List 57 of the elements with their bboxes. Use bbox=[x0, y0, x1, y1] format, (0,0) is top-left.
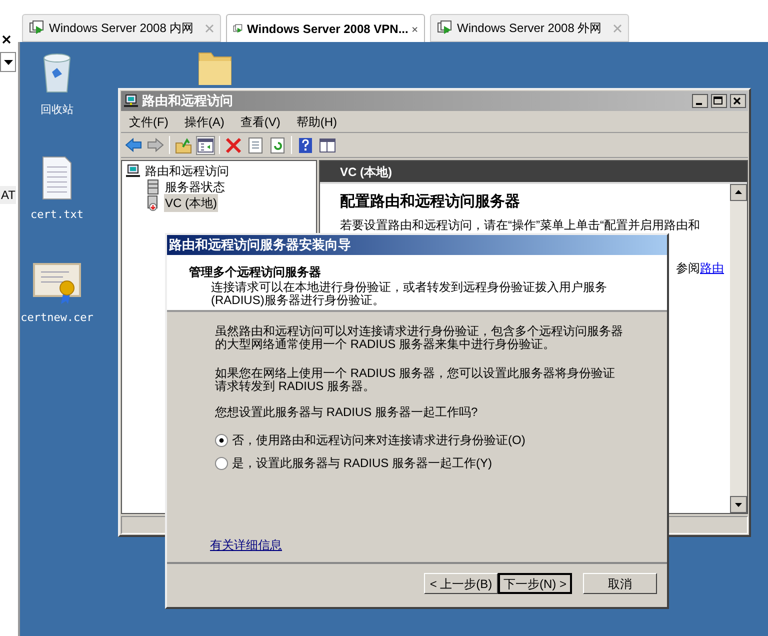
menu-item[interactable]: 查看(V) bbox=[240, 112, 280, 130]
info-link[interactable]: 有关详细信息 bbox=[210, 536, 282, 554]
tree-item[interactable]: 路由和远程访问 bbox=[144, 162, 230, 180]
dialog-button[interactable]: 下一步(N) > bbox=[498, 573, 572, 594]
question: 您想设置此服务器与 RADIUS 服务器一起工作吗? bbox=[215, 404, 479, 421]
pane-text: 若要设置路由和远程访问，请在“操作”菜单上单击“配置并启用路由和 bbox=[340, 216, 701, 234]
scroll-up-button[interactable] bbox=[730, 184, 747, 201]
tree-item[interactable]: 服务器状态 bbox=[164, 178, 226, 196]
tab[interactable]: Windows Server 2008 VPN... bbox=[226, 14, 425, 43]
tree-pane-icon[interactable] bbox=[197, 136, 214, 154]
server-icon bbox=[145, 179, 161, 195]
close-icon[interactable] bbox=[2, 35, 11, 44]
vm-icon bbox=[437, 20, 453, 36]
pane-heading: 配置路由和远程访问服务器 bbox=[340, 192, 521, 212]
header-text: 连接请求可以在本地进行身份验证，或者转发到远程身份验证拨入用户服务(RADIUS)服务器进行身份验证。 bbox=[210, 281, 608, 307]
minimize-button[interactable] bbox=[692, 94, 708, 108]
help-icon[interactable] bbox=[297, 136, 314, 154]
back-arrow-icon[interactable] bbox=[125, 136, 142, 154]
close-icon[interactable] bbox=[412, 24, 418, 34]
help-link[interactable]: 路由 bbox=[700, 258, 724, 276]
console-tree-icon[interactable] bbox=[319, 136, 336, 154]
computer-icon bbox=[123, 93, 139, 109]
icon-label[interactable]: 回收站 bbox=[40, 102, 74, 118]
delete-icon[interactable] bbox=[225, 136, 242, 154]
dialog-button[interactable]: 取消 bbox=[583, 573, 657, 594]
tab[interactable]: Windows Server 2008 外网 bbox=[430, 14, 629, 42]
maximize-button[interactable] bbox=[711, 94, 727, 108]
properties-icon[interactable] bbox=[247, 136, 264, 154]
caret-icon bbox=[4, 60, 12, 64]
radio-button[interactable] bbox=[215, 434, 228, 446]
dialog-button[interactable]: < 上一步(B) bbox=[424, 573, 498, 594]
icon-label[interactable]: certnew.cer bbox=[20, 310, 94, 326]
computer-icon bbox=[125, 163, 141, 179]
menu-item[interactable]: 帮助(H) bbox=[296, 112, 337, 130]
menu-item[interactable]: 操作(A) bbox=[184, 112, 224, 130]
vm-icon bbox=[29, 20, 45, 36]
option-label[interactable]: 否，使用路由和远程访问来对连接请求进行身份验证(O) bbox=[232, 431, 526, 449]
forward-arrow-icon[interactable] bbox=[147, 136, 164, 154]
paragraph: 虽然路由和远程访问可以对连接请求进行身份验证，包含多个远程访问服务器的大型网络通常使用一个 RADIUS 服务器来集中进行身份验证。 bbox=[215, 325, 624, 351]
icon-label[interactable]: cert.txt bbox=[30, 207, 84, 224]
menu-item[interactable]: 文件(F) bbox=[129, 112, 168, 130]
refresh-icon[interactable] bbox=[269, 136, 286, 154]
radio-button[interactable] bbox=[215, 456, 228, 470]
scrollbar[interactable] bbox=[730, 184, 747, 513]
pane-text: 参阅 bbox=[676, 260, 700, 276]
paragraph: 如果您在网络上使用一个 RADIUS 服务器，您可以设置此服务器将身份验证请求转发到 RADIUS 服务器。 bbox=[215, 367, 616, 393]
pane-header: VC (本地) bbox=[320, 161, 747, 184]
text-fragment: AT bbox=[0, 186, 16, 204]
option-label[interactable]: 是，设置此服务器与 RADIUS 服务器一起工作(Y) bbox=[232, 454, 492, 472]
header-title: 管理多个远程访问服务器 bbox=[189, 264, 322, 281]
scroll-down-button[interactable] bbox=[730, 496, 747, 513]
tree-item[interactable]: VC (本地) bbox=[164, 194, 218, 212]
dropdown-button[interactable] bbox=[0, 52, 16, 72]
tab[interactable]: Windows Server 2008 内网 bbox=[22, 14, 221, 42]
dialog-title: 路由和远程访问服务器安装向导 bbox=[167, 235, 667, 255]
close-button[interactable] bbox=[730, 94, 746, 108]
window-title: 路由和远程访问 bbox=[142, 92, 234, 110]
